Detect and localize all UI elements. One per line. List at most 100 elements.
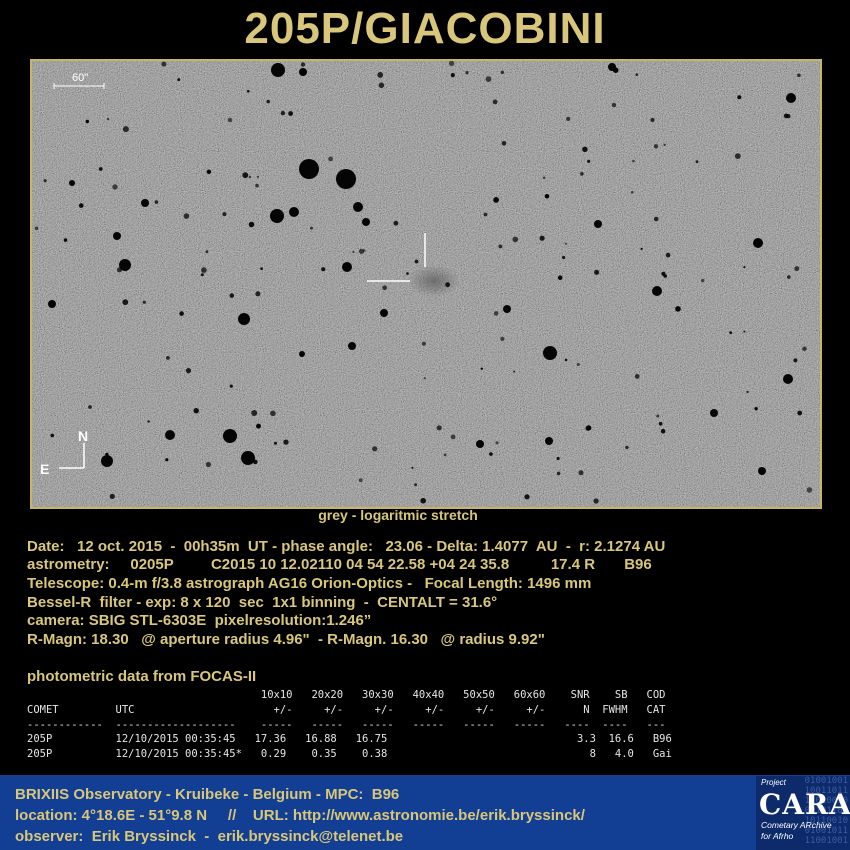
star <box>557 275 563 280</box>
star <box>493 311 499 316</box>
star <box>165 458 169 462</box>
star <box>69 180 75 186</box>
photometry-title: photometric data from FOCAS-II <box>27 668 257 685</box>
star <box>489 452 493 456</box>
star <box>348 342 356 350</box>
star <box>634 374 640 379</box>
star <box>493 197 499 203</box>
star <box>653 144 659 149</box>
star <box>251 410 258 416</box>
star <box>270 209 284 223</box>
star <box>50 433 55 438</box>
star <box>544 194 550 199</box>
star <box>248 221 255 228</box>
star <box>625 445 629 450</box>
star <box>580 172 584 176</box>
comet-coma <box>408 265 460 297</box>
star <box>183 213 190 219</box>
star <box>665 252 671 258</box>
star <box>101 455 113 467</box>
star <box>578 470 584 476</box>
photometry-header-1: 10x10 20x20 30x30 40x40 50x50 60x60 SNR … <box>27 689 666 701</box>
star <box>289 207 299 217</box>
star <box>663 143 666 146</box>
star <box>465 71 469 75</box>
footer-observatory: BRIXIIS Observatory - Kruibeke - Belgium… <box>15 786 400 803</box>
star <box>271 63 285 77</box>
star <box>342 262 352 272</box>
star <box>246 89 250 93</box>
star <box>414 483 417 487</box>
info-filter: Bessel-R filter - exp: 8 x 120 sec 1x1 b… <box>27 594 498 611</box>
star <box>378 82 385 89</box>
star <box>274 441 277 445</box>
star <box>406 272 409 275</box>
star <box>650 117 655 123</box>
star <box>632 159 635 163</box>
star <box>660 428 666 434</box>
star <box>255 183 259 188</box>
star <box>122 126 129 133</box>
star <box>380 309 388 317</box>
star <box>450 73 455 78</box>
star <box>630 191 634 194</box>
star <box>513 370 516 373</box>
star <box>476 440 484 448</box>
star <box>710 409 718 417</box>
star <box>63 238 68 242</box>
star <box>743 330 746 333</box>
star <box>201 267 207 273</box>
star <box>802 346 807 352</box>
star <box>640 247 643 250</box>
info-magnitude: R-Magn: 18.30 @ aperture radius 4.96" - … <box>27 631 545 648</box>
star <box>411 466 414 469</box>
star <box>542 176 546 180</box>
star <box>635 73 639 76</box>
star <box>288 111 293 116</box>
star <box>193 408 199 414</box>
star <box>501 141 507 146</box>
star <box>177 78 181 82</box>
star <box>500 336 505 341</box>
star <box>787 275 791 279</box>
star <box>256 175 259 178</box>
star <box>653 216 659 222</box>
star <box>266 99 270 104</box>
comet-image: 60" N E <box>30 59 822 509</box>
star <box>746 390 749 393</box>
star <box>734 153 741 159</box>
star <box>270 410 276 417</box>
star <box>358 478 363 483</box>
star <box>539 235 545 241</box>
info-date: Date: 12 oct. 2015 - 00h35m UT - phase a… <box>27 538 666 555</box>
star <box>587 159 591 163</box>
star <box>161 61 167 67</box>
star <box>362 218 370 226</box>
star <box>420 497 427 504</box>
star <box>594 220 602 228</box>
star <box>165 430 175 440</box>
star <box>336 169 356 189</box>
star <box>248 175 252 179</box>
star <box>113 232 121 240</box>
star <box>256 423 261 429</box>
star <box>576 363 580 366</box>
star <box>652 286 662 296</box>
star <box>393 220 399 226</box>
page-title: 205P/GIACOBINI <box>244 4 606 53</box>
star <box>612 67 619 73</box>
star <box>299 159 319 179</box>
photometry-row: 205P 12/10/2015 00:35:45 17.36 16.88 16.… <box>27 733 672 746</box>
star <box>556 456 560 461</box>
star <box>299 68 307 76</box>
star <box>85 119 89 124</box>
star <box>797 73 801 78</box>
star <box>445 282 450 288</box>
star <box>78 203 84 208</box>
star <box>200 273 204 277</box>
star <box>414 259 419 264</box>
star <box>310 226 313 230</box>
star <box>242 172 249 179</box>
star <box>450 434 456 440</box>
photometry-header-2: COMET UTC +/- +/- +/- +/- +/- +/- N FWHM… <box>27 703 666 716</box>
